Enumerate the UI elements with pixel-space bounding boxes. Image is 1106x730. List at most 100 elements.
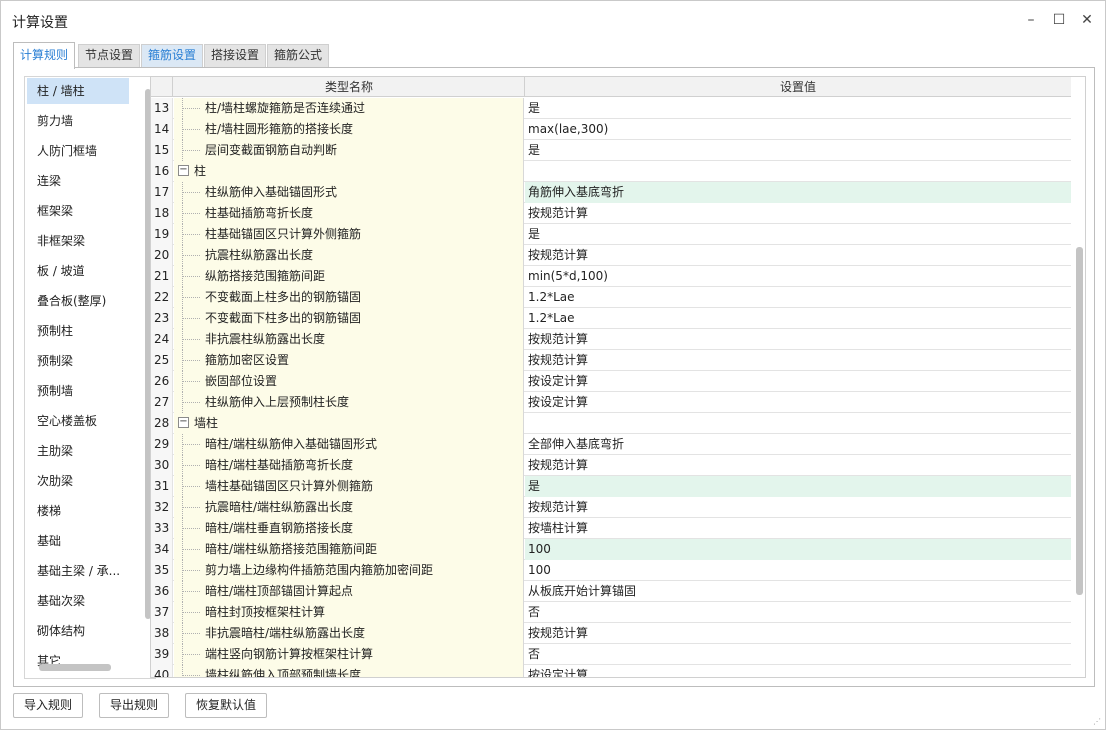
sidebar-item[interactable]: 人防门框墙: [27, 138, 129, 164]
row-number: 40: [151, 665, 173, 677]
table-row[interactable]: 34 暗柱/端柱纵筋搭接范围箍筋间距 100: [151, 539, 1071, 560]
sidebar-item[interactable]: 楼梯: [27, 498, 129, 524]
export-rules-button[interactable]: 导出规则: [99, 693, 170, 718]
setting-value-cell[interactable]: 按规范计算: [525, 455, 1071, 476]
tab-calc-rules[interactable]: 计算规则: [13, 42, 76, 69]
close-icon[interactable]: ✕: [1077, 10, 1097, 30]
table-row[interactable]: 33 暗柱/端柱垂直钢筋搭接长度 按墙柱计算: [151, 518, 1071, 539]
setting-value-cell[interactable]: 按设定计算: [525, 665, 1071, 677]
tab-node-settings[interactable]: 节点设置: [78, 44, 141, 67]
table-row[interactable]: 25 箍筋加密区设置 按规范计算: [151, 350, 1071, 371]
setting-value-cell[interactable]: 1.2*Lae: [525, 287, 1071, 308]
sidebar-item[interactable]: 预制墙: [27, 378, 129, 404]
setting-value-cell[interactable]: 是: [525, 98, 1071, 119]
table-row[interactable]: 24 非抗震柱纵筋露出长度 按规范计算: [151, 329, 1071, 350]
sidebar-item[interactable]: 框架梁: [27, 198, 129, 224]
table-row[interactable]: 37 暗柱封顶按框架柱计算 否: [151, 602, 1071, 623]
tree-branch-line: [182, 297, 200, 298]
settings-dialog: 计算设置 – ☐ ✕ 计算规则 节点设置 箍筋设置 搭接设置 箍筋公式 柱 / …: [0, 0, 1106, 730]
maximize-icon[interactable]: ☐: [1049, 10, 1069, 30]
setting-value-cell[interactable]: 按规范计算: [525, 245, 1071, 266]
sidebar-item[interactable]: 基础次梁: [27, 588, 129, 614]
sidebar-item[interactable]: 次肋梁: [27, 468, 129, 494]
table-row[interactable]: 15 层间变截面钢筋自动判断 是: [151, 140, 1071, 161]
type-name-cell: 柱/墙柱螺旋箍筋是否连续通过: [174, 98, 524, 119]
column-header-type-name[interactable]: 类型名称: [174, 77, 525, 97]
table-row[interactable]: 18 柱基础插筋弯折长度 按规范计算: [151, 203, 1071, 224]
sidebar-item[interactable]: 主肋梁: [27, 438, 129, 464]
table-row[interactable]: 36 暗柱/端柱顶部锚固计算起点 从板底开始计算锚固: [151, 581, 1071, 602]
setting-value-cell[interactable]: 否: [525, 602, 1071, 623]
setting-value-cell[interactable]: 按设定计算: [525, 371, 1071, 392]
table-row[interactable]: 32 抗震暗柱/端柱纵筋露出长度 按规范计算: [151, 497, 1071, 518]
type-name-cell: 暗柱/端柱顶部锚固计算起点: [174, 581, 524, 602]
setting-value-cell[interactable]: 按规范计算: [525, 350, 1071, 371]
grid-scroll-thumb[interactable]: [1076, 247, 1083, 595]
sidebar-item[interactable]: 柱 / 墙柱: [27, 78, 129, 104]
setting-value-cell[interactable]: 是: [525, 140, 1071, 161]
sidebar-item[interactable]: 剪力墙: [27, 108, 129, 134]
sidebar-item[interactable]: 砌体结构: [27, 618, 129, 644]
setting-value-cell[interactable]: 1.2*Lae: [525, 308, 1071, 329]
tab-stirrup-settings[interactable]: 箍筋设置: [141, 44, 204, 67]
resize-grip-icon[interactable]: ⋰: [1093, 718, 1101, 726]
table-row[interactable]: 31 墙柱基础锚固区只计算外侧箍筋 是: [151, 476, 1071, 497]
table-row[interactable]: 38 非抗震暗柱/端柱纵筋露出长度 按规范计算: [151, 623, 1071, 644]
table-row[interactable]: 29 暗柱/端柱纵筋伸入基础锚固形式 全部伸入基底弯折: [151, 434, 1071, 455]
table-row[interactable]: 30 暗柱/端柱基础插筋弯折长度 按规范计算: [151, 455, 1071, 476]
table-row[interactable]: 21 纵筋搭接范围箍筋间距 min(5*d,100): [151, 266, 1071, 287]
table-row[interactable]: 40 墙柱纵筋伸入顶部预制墙长度 按设定计算: [151, 665, 1071, 677]
minimize-icon[interactable]: –: [1021, 10, 1041, 30]
setting-value-cell[interactable]: 100: [525, 560, 1071, 581]
sidebar-item[interactable]: 空心楼盖板: [27, 408, 129, 434]
type-name-label: 箍筋加密区设置: [205, 353, 290, 367]
setting-value-cell[interactable]: min(5*d,100): [525, 266, 1071, 287]
table-row[interactable]: 27 柱纵筋伸入上层预制柱长度 按设定计算: [151, 392, 1071, 413]
group-row[interactable]: 16− 柱: [151, 161, 1071, 182]
setting-value-cell[interactable]: 从板底开始计算锚固: [525, 581, 1071, 602]
tab-lap-settings[interactable]: 搭接设置: [204, 44, 267, 67]
restore-defaults-button[interactable]: 恢复默认值: [185, 693, 268, 718]
type-name-label: 柱/墙柱螺旋箍筋是否连续通过: [205, 101, 366, 115]
setting-value-cell[interactable]: max(lae,300): [525, 119, 1071, 140]
grid-vertical-scrollbar[interactable]: [1073, 77, 1085, 677]
sidebar-item[interactable]: 预制柱: [27, 318, 129, 344]
setting-value-cell[interactable]: 是: [525, 224, 1071, 245]
sidebar-horizontal-scroll-thumb[interactable]: [39, 664, 111, 671]
setting-value-cell[interactable]: 角筋伸入基底弯折: [525, 182, 1071, 203]
setting-value-cell[interactable]: 按设定计算: [525, 392, 1071, 413]
type-name-cell: 暗柱/端柱垂直钢筋搭接长度: [174, 518, 524, 539]
table-row[interactable]: 19 柱基础锚固区只计算外侧箍筋 是: [151, 224, 1071, 245]
table-row[interactable]: 14 柱/墙柱圆形箍筋的搭接长度 max(lae,300): [151, 119, 1071, 140]
collapse-toggle-icon[interactable]: −: [178, 165, 189, 176]
setting-value-cell[interactable]: 按规范计算: [525, 329, 1071, 350]
setting-value-cell[interactable]: 按规范计算: [525, 623, 1071, 644]
table-row[interactable]: 35 剪力墙上边缘构件插筋范围内箍筋加密间距 100: [151, 560, 1071, 581]
sidebar-item[interactable]: 板 / 坡道: [27, 258, 129, 284]
setting-value-cell[interactable]: 否: [525, 644, 1071, 665]
setting-value-cell[interactable]: 按规范计算: [525, 497, 1071, 518]
sidebar-item[interactable]: 连梁: [27, 168, 129, 194]
sidebar-item[interactable]: 基础: [27, 528, 129, 554]
collapse-toggle-icon[interactable]: −: [178, 417, 189, 428]
table-row[interactable]: 23 不变截面下柱多出的钢筋锚固 1.2*Lae: [151, 308, 1071, 329]
tab-stirrup-formula[interactable]: 箍筋公式: [267, 44, 330, 67]
column-header-value[interactable]: 设置值: [525, 77, 1071, 97]
setting-value-cell[interactable]: 全部伸入基底弯折: [525, 434, 1071, 455]
setting-value-cell[interactable]: 按规范计算: [525, 203, 1071, 224]
setting-value-cell[interactable]: 按墙柱计算: [525, 518, 1071, 539]
sidebar-item[interactable]: 非框架梁: [27, 228, 129, 254]
table-row[interactable]: 13 柱/墙柱螺旋箍筋是否连续通过 是: [151, 98, 1071, 119]
import-rules-button[interactable]: 导入规则: [13, 693, 84, 718]
table-row[interactable]: 22 不变截面上柱多出的钢筋锚固 1.2*Lae: [151, 287, 1071, 308]
sidebar-item[interactable]: 预制梁: [27, 348, 129, 374]
table-row[interactable]: 17 柱纵筋伸入基础锚固形式 角筋伸入基底弯折: [151, 182, 1071, 203]
table-row[interactable]: 26 嵌固部位设置 按设定计算: [151, 371, 1071, 392]
table-row[interactable]: 39 端柱竖向钢筋计算按框架柱计算 否: [151, 644, 1071, 665]
setting-value-cell[interactable]: 100: [525, 539, 1071, 560]
group-row[interactable]: 28− 墙柱: [151, 413, 1071, 434]
table-row[interactable]: 20 抗震柱纵筋露出长度 按规范计算: [151, 245, 1071, 266]
sidebar-item[interactable]: 叠合板(整厚): [27, 288, 129, 314]
sidebar-item[interactable]: 基础主梁 / 承...: [27, 558, 129, 584]
setting-value-cell[interactable]: 是: [525, 476, 1071, 497]
